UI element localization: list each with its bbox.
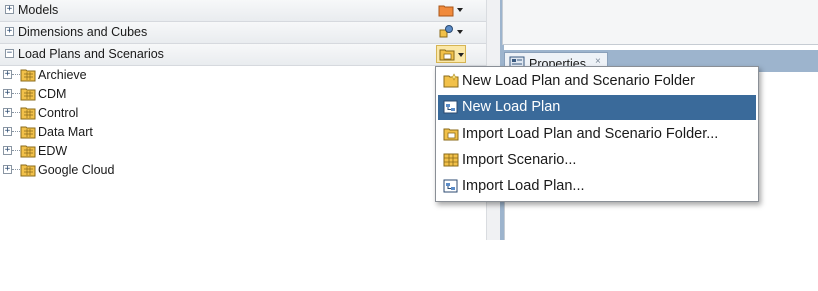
tree-item-google-cloud[interactable]: + Google Cloud (0, 161, 500, 180)
expand-icon[interactable]: + (3, 108, 12, 117)
load-plan-folder-icon (439, 49, 455, 61)
load-plan-tree: + Archieve + CDM + Control + Data Mart +… (0, 66, 500, 180)
accordion-dimensions-and-cubes[interactable]: + Dimensions and Cubes (0, 22, 500, 44)
chevron-down-icon (457, 30, 463, 34)
menu-item-new-load-plan-and-scenario-folder[interactable]: New Load Plan and Scenario Folder (438, 69, 756, 94)
accordion-models[interactable]: + Models (0, 0, 500, 22)
folder-icon (20, 107, 36, 120)
menu-item-import-load-plan-and-scenario-folder[interactable]: Import Load Plan and Scenario Folder... (438, 122, 756, 147)
accordion-load-plans-and-scenarios[interactable]: − Load Plans and Scenarios (0, 44, 500, 66)
tree-item-label: Control (38, 106, 79, 120)
accordion-label: Dimensions and Cubes (18, 25, 148, 39)
menu-item-label: Import Scenario... (462, 152, 577, 168)
tree-item-label: CDM (38, 87, 67, 101)
tree-item-cdm[interactable]: + CDM (0, 85, 500, 104)
tree-item-label: Archieve (38, 68, 87, 82)
tree-item-label: EDW (38, 144, 68, 158)
menu-item-label: New Load Plan and Scenario Folder (462, 73, 695, 89)
collapse-icon[interactable]: − (5, 49, 14, 58)
editor-area (502, 0, 818, 45)
menu-item-label: Import Load Plan... (462, 178, 585, 194)
expand-icon[interactable]: + (3, 70, 12, 79)
tree-item-label: Google Cloud (38, 163, 115, 177)
folder-icon (20, 126, 36, 139)
accordion-label: Load Plans and Scenarios (18, 47, 164, 61)
new-load-plan-icon (443, 100, 458, 114)
import-folder-icon (443, 128, 459, 141)
folder-icon (20, 69, 36, 82)
expand-icon[interactable]: + (5, 27, 14, 36)
dimensions-menu-button[interactable] (436, 23, 466, 41)
menu-item-import-scenario[interactable]: Import Scenario... (438, 148, 756, 173)
expand-icon[interactable]: + (3, 146, 12, 155)
models-menu-button[interactable] (436, 1, 466, 19)
folder-icon (20, 164, 36, 177)
tree-item-edw[interactable]: + EDW (0, 142, 500, 161)
navigator-panel: + Models + Dimensions and Cubes − Load P… (0, 0, 501, 240)
expand-icon[interactable]: + (5, 5, 14, 14)
dimensions-cube-icon (439, 25, 453, 38)
expand-icon[interactable]: + (3, 165, 12, 174)
menu-item-label: Import Load Plan and Scenario Folder... (462, 126, 719, 142)
import-scenario-icon (443, 153, 459, 167)
chevron-down-icon (457, 8, 463, 12)
folder-icon (20, 88, 36, 101)
expand-icon[interactable]: + (3, 127, 12, 136)
menu-item-label: New Load Plan (462, 99, 561, 115)
tree-item-label: Data Mart (38, 125, 93, 139)
new-folder-icon (443, 73, 459, 88)
menu-item-import-load-plan[interactable]: Import Load Plan... (438, 174, 756, 199)
tree-item-control[interactable]: + Control (0, 104, 500, 123)
accordion-label: Models (18, 3, 59, 17)
load-plans-menu-button[interactable] (436, 45, 466, 63)
menu-item-new-load-plan[interactable]: New Load Plan (438, 95, 756, 120)
tree-item-data-mart[interactable]: + Data Mart (0, 123, 500, 142)
import-load-plan-icon (443, 179, 458, 193)
expand-icon[interactable]: + (3, 89, 12, 98)
context-menu: New Load Plan and Scenario Folder New Lo… (435, 66, 759, 202)
chevron-down-icon (458, 53, 464, 57)
models-folder-icon (438, 5, 454, 17)
folder-icon (20, 145, 36, 158)
tree-item-archieve[interactable]: + Archieve (0, 66, 500, 85)
